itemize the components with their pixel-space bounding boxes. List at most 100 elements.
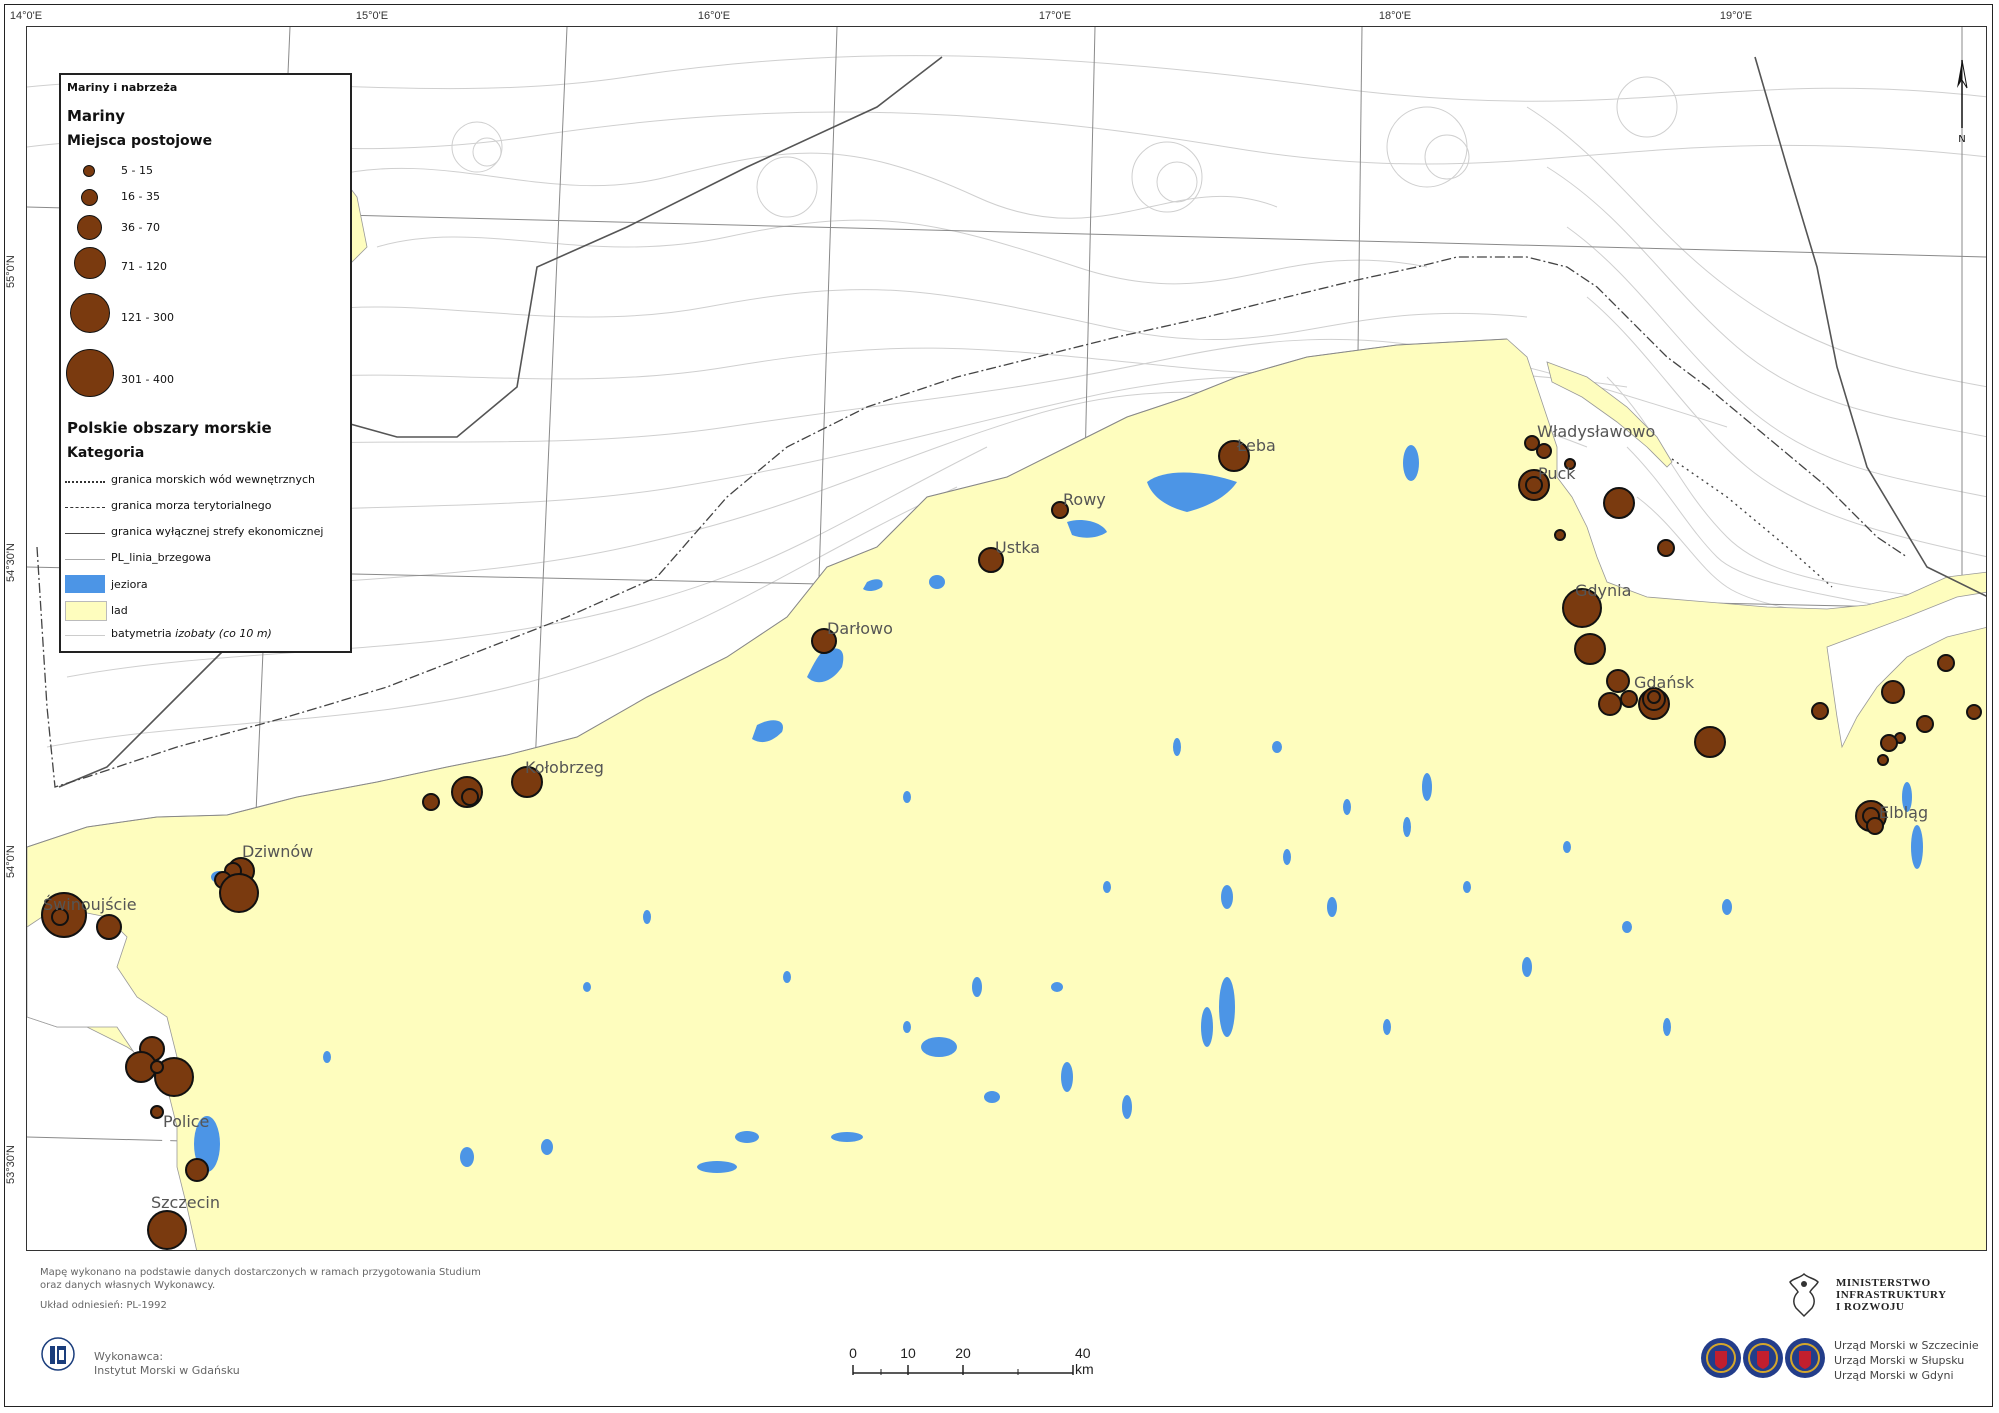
marina-police[interactable] (150, 1105, 164, 1119)
lon-label-18: 18°0'E (1378, 10, 1412, 22)
ministry-line1: MINISTERSTWO (1836, 1277, 1931, 1289)
place-elblag: Elbląg (1879, 803, 1929, 822)
ministry-line3: I ROZWOJU (1836, 1301, 1905, 1313)
isobath-line-icon (65, 635, 105, 636)
um-gdynia: Urząd Morski w Gdyni (1834, 1369, 1954, 1382)
lat-label-5430: 54°30'N (5, 543, 17, 582)
legend-cat-eez: granica wyłącznej strefy ekonomicznej (111, 525, 324, 538)
legend-subgroup-berths: Miejsca postojowe (67, 133, 213, 149)
legend-isobaths: izobaty (co 10 m) (175, 627, 272, 640)
legend-group-marinas: Mariny (67, 107, 126, 125)
marina-kolobrzeg-1[interactable] (422, 793, 440, 811)
footer-source-line1: Mapę wykonano na podstawie danych dostar… (40, 1267, 481, 1278)
marina-wlad-2[interactable] (1536, 443, 1552, 459)
um-gdynia-icon (1785, 1338, 1825, 1378)
lon-label-16: 16°0'E (697, 10, 731, 22)
north-arrow-icon: N (1957, 59, 1968, 145)
marina-xs-icon (83, 165, 95, 177)
marina-hel-2[interactable] (1657, 539, 1675, 557)
scale-bar: 0 10 20 40 km (845, 1345, 1105, 1385)
marina-kolobrzeg-3[interactable] (461, 788, 479, 806)
um-szczecin-icon (1701, 1338, 1741, 1378)
legend-size-3: 36 - 70 (121, 221, 160, 234)
ministry-name: MINISTERSTWO INFRASTRUKTURY I ROZWOJU (1836, 1277, 1947, 1313)
um-slupsk-icon (1743, 1338, 1783, 1378)
marina-vistula-7[interactable] (1877, 754, 1889, 766)
place-szczecin: Szczecin (151, 1193, 220, 1212)
legend-cat-coastline: PL_linia_brzegowa (111, 551, 212, 564)
legend-cat-lakes: jeziora (111, 578, 148, 591)
north-arrow-label: N (1958, 134, 1965, 145)
marina-xxl-icon (66, 349, 114, 397)
legend-size-6: 301 - 400 (121, 373, 174, 386)
legend-group-sea-areas: Polskie obszary morskie (67, 419, 272, 437)
lat-label-55: 55°0'N (5, 255, 17, 288)
place-police: Police (163, 1112, 210, 1131)
marina-gdansk-2[interactable] (1598, 692, 1622, 716)
legend-size-2: 16 - 35 (121, 190, 160, 203)
lon-label-14: 14°0'E (9, 10, 43, 22)
place-kolobrzeg: Kołobrzeg (525, 758, 604, 777)
marina-vistula-3[interactable] (1937, 654, 1955, 672)
lon-label-17: 17°0'E (1038, 10, 1072, 22)
marina-lagoon-4[interactable] (150, 1060, 164, 1074)
marina-vistula-2[interactable] (1881, 680, 1905, 704)
marina-szczecin-1[interactable] (185, 1158, 209, 1182)
legend-cat-territorial: granica morza terytorialnego (111, 499, 272, 512)
marina-s-icon (81, 189, 98, 206)
footer-executor: Wykonawca: Instytut Morski w Gdańsku (94, 1350, 240, 1378)
marina-gdansk-1[interactable] (1606, 669, 1630, 693)
legend-bathymetry: batymetria (111, 627, 172, 640)
eagle-emblem-icon (1789, 1272, 1819, 1318)
um-slupsk: Urząd Morski w Słupsku (1834, 1354, 1965, 1367)
footer-source: Mapę wykonano na podstawie danych dostar… (40, 1266, 481, 1292)
marina-gdynia-2[interactable] (1574, 633, 1606, 665)
lat-label-54: 54°0'N (5, 845, 17, 878)
place-dziwnow: Dziwnów (242, 842, 314, 861)
marina-xl-icon (70, 293, 110, 333)
marina-dziwnow-4[interactable] (219, 873, 259, 913)
um-szczecin: Urząd Morski w Szczecinie (1834, 1339, 1979, 1352)
legend-size-5: 121 - 300 (121, 311, 174, 324)
footer-source-line2: oraz danych własnych Wykonawcy. (40, 1280, 216, 1291)
place-swinoujscie: Świnoujście (43, 895, 137, 914)
scale-bar-line (852, 1365, 1074, 1375)
footer-reference: Układ odniesień: PL-1992 (40, 1300, 167, 1311)
marina-vistula-8[interactable] (1966, 704, 1982, 720)
place-ustka: Ustka (995, 538, 1041, 557)
legend-size-4: 71 - 120 (121, 260, 167, 273)
marina-szczecin-2[interactable] (147, 1210, 187, 1250)
dashdot-line-icon (65, 507, 105, 508)
lon-label-15: 15°0'E (355, 10, 389, 22)
marina-gdansk-3[interactable] (1620, 690, 1638, 708)
marina-vistula-1[interactable] (1811, 702, 1829, 720)
place-darlowo: Darłowo (827, 619, 893, 638)
lon-label-19: 19°0'E (1719, 10, 1753, 22)
place-puck: Puck (1538, 464, 1576, 483)
lake-swatch-icon (65, 575, 105, 593)
place-rowy: Rowy (1063, 490, 1106, 509)
legend-subgroup-category: Kategoria (67, 445, 145, 461)
marina-vistula-4[interactable] (1916, 715, 1934, 733)
marina-vistula-6[interactable] (1880, 734, 1898, 752)
land-swatch-icon (65, 601, 107, 621)
marina-swinoujscie-3[interactable] (96, 914, 122, 940)
maritime-offices: Urząd Morski w Szczecinie Urząd Morski w… (1834, 1338, 1979, 1383)
place-gdynia: Gdynia (1575, 581, 1632, 600)
place-wladyslawowo: Władysławowo (1537, 422, 1656, 441)
thin-line-icon (65, 559, 105, 560)
executor-name: Instytut Morski w Gdańsku (94, 1364, 240, 1377)
dotted-line-icon (65, 481, 105, 483)
marina-bay-1[interactable] (1554, 529, 1566, 541)
marina-sobieszewo[interactable] (1694, 726, 1726, 758)
legend-title: Mariny i nabrzeża (67, 81, 178, 94)
legend-cat-land: lad (111, 604, 128, 617)
legend-cat-internal: granica morskich wód wewnętrznych (111, 473, 316, 486)
marina-gdansk-6[interactable] (1647, 690, 1661, 704)
place-leba: Łeba (1237, 436, 1276, 455)
ministry-line2: INFRASTRUKTURY (1836, 1289, 1947, 1301)
marina-hel-1[interactable] (1603, 487, 1635, 519)
place-gdansk: Gdańsk (1634, 673, 1695, 692)
lat-label-5330: 53°30'N (5, 1145, 17, 1184)
solid-line-icon (65, 533, 105, 534)
